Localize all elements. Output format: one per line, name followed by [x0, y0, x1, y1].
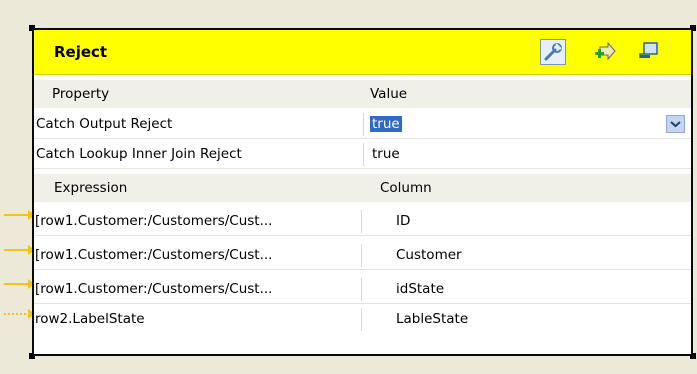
connector-line: [4, 214, 30, 216]
wrench-icon: [544, 43, 562, 61]
settings-button[interactable]: [540, 39, 566, 65]
column-divider: [361, 244, 362, 267]
column-divider: [363, 113, 364, 136]
mapping-row[interactable]: [row1.Customer:/Customers/Cust... idStat…: [34, 275, 691, 304]
value-selector[interactable]: true: [370, 116, 402, 132]
connector-line: [4, 283, 30, 285]
property-column-header: Property: [52, 86, 110, 102]
expression-cell[interactable]: [row1.Customer:/Customers/Cust...: [35, 247, 272, 263]
column-divider: [361, 308, 362, 331]
panel-title-bar[interactable]: Reject: [34, 30, 691, 75]
expression-cell[interactable]: row2.LabelState: [35, 311, 145, 327]
mapping-row[interactable]: [row1.Customer:/Customers/Cust... Custom…: [34, 241, 691, 270]
add-input-button[interactable]: [592, 39, 618, 65]
connector-line-dotted: [4, 313, 30, 315]
property-label: Catch Output Reject: [36, 116, 173, 132]
mapping-row[interactable]: row2.LabelState LableState: [34, 305, 691, 334]
minimize-icon: [639, 42, 658, 58]
mapping-row[interactable]: [row1.Customer:/Customers/Cust... ID: [34, 207, 691, 236]
column-name-header: Column: [380, 180, 432, 196]
reject-output-panel[interactable]: Reject Property Value Catch Output Rejec…: [32, 28, 693, 356]
mapping-header: Expression Column: [34, 174, 691, 202]
connector-line: [4, 249, 30, 251]
add-input-icon: [595, 41, 616, 61]
panel-title: Reject: [54, 43, 108, 61]
column-divider: [361, 278, 362, 301]
property-value[interactable]: true: [372, 146, 400, 162]
column-cell[interactable]: ID: [396, 213, 410, 229]
minimize-button[interactable]: [636, 39, 662, 65]
column-cell[interactable]: LableState: [396, 311, 468, 327]
settings-header: Property Value: [34, 80, 691, 108]
column-divider: [361, 210, 362, 233]
settings-row[interactable]: Catch Lookup Inner Join Reject true: [34, 140, 691, 169]
expression-cell[interactable]: [row1.Customer:/Customers/Cust...: [35, 281, 272, 297]
settings-row[interactable]: Catch Output Reject true: [34, 110, 691, 139]
column-cell[interactable]: idState: [396, 281, 444, 297]
value-dropdown-button[interactable]: [666, 115, 685, 133]
chevron-down-icon: [670, 121, 681, 128]
expression-column-header: Expression: [54, 180, 128, 196]
expression-cell[interactable]: [row1.Customer:/Customers/Cust...: [35, 213, 272, 229]
value-column-header: Value: [370, 86, 408, 102]
column-cell[interactable]: Customer: [396, 247, 462, 263]
property-label: Catch Lookup Inner Join Reject: [36, 146, 242, 162]
column-divider: [363, 143, 364, 166]
